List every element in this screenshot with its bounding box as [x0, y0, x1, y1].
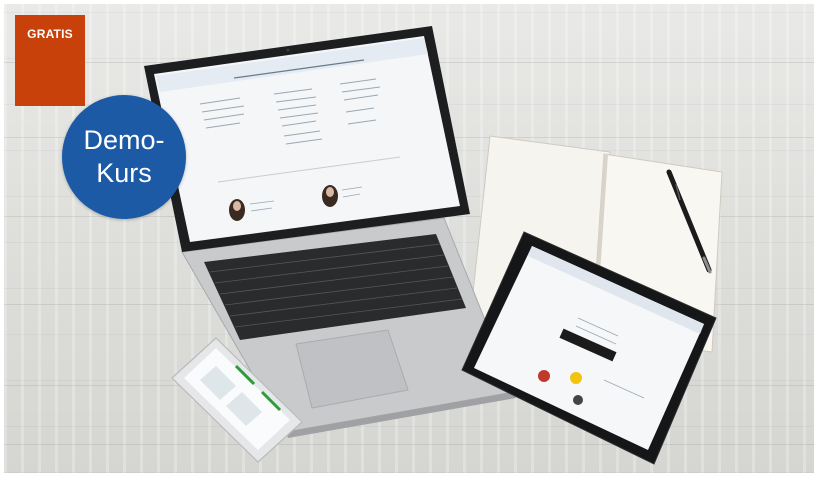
hero-image: GRATIS Demo- Kurs — [4, 4, 814, 473]
device-scene — [144, 26, 723, 465]
gratis-label: GRATIS — [27, 27, 73, 41]
demo-kurs-line1: Demo- — [83, 125, 165, 155]
demo-kurs-badge[interactable]: Demo- Kurs — [62, 95, 186, 219]
gratis-badge: GRATIS — [15, 15, 85, 106]
demo-kurs-line2: Kurs — [96, 158, 152, 188]
